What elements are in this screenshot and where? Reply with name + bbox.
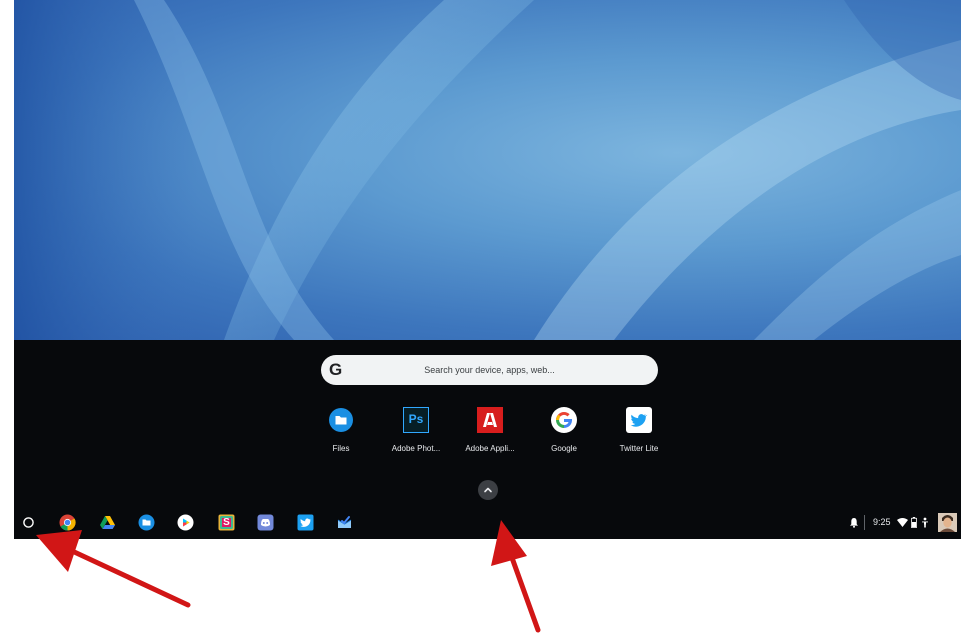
arrow-to-launcher-annotation xyxy=(36,530,191,608)
arrow-to-expand-annotation xyxy=(491,520,541,633)
annotation-arrows xyxy=(36,520,541,633)
